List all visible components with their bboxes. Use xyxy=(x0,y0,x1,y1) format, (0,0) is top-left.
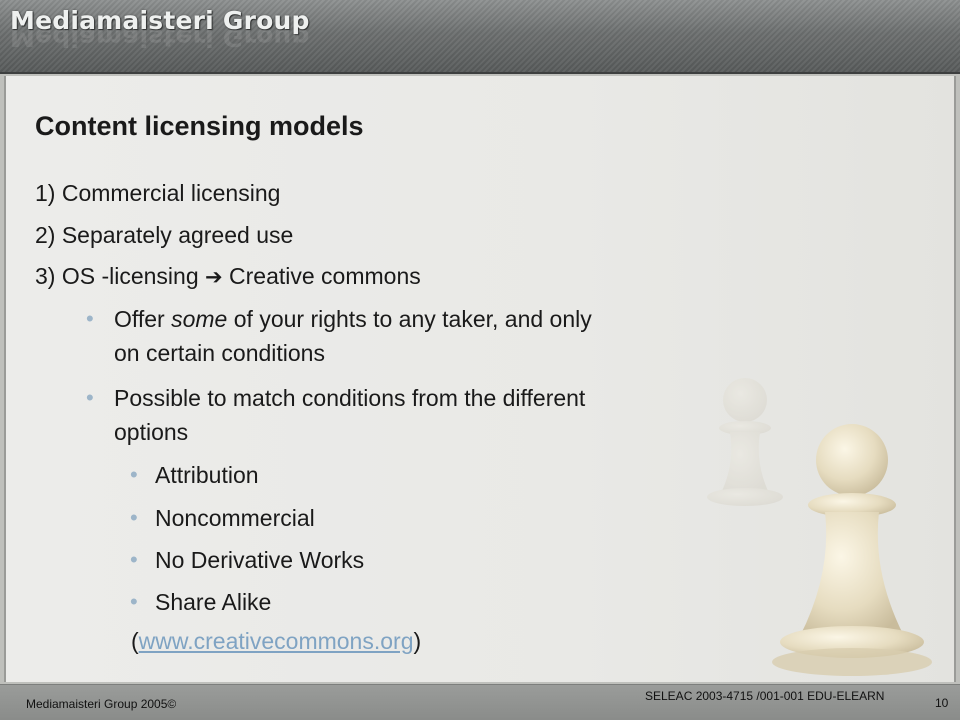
arrow-right-icon: ➔ xyxy=(205,265,223,289)
bullet-dot: • xyxy=(130,547,138,572)
header-bar: Mediamaisteri Group Mediamaisteri Group xyxy=(0,0,960,74)
sub-bullet-no-derivative: No Derivative Works xyxy=(155,547,365,573)
creative-commons-link[interactable]: www.creativecommons.org xyxy=(139,628,414,654)
logo: Mediamaisteri Group xyxy=(10,6,310,35)
bullet1-text-before: Offer xyxy=(114,306,172,332)
sub-bullet-noncommercial: Noncommercial xyxy=(155,505,315,531)
list-item-commercial: 1) Commercial licensing xyxy=(35,180,281,206)
bullet-dot: • xyxy=(86,306,94,331)
footer-copyright: Mediamaisteri Group 2005© xyxy=(26,697,177,711)
sub-bullet-attribution: Attribution xyxy=(155,462,259,488)
bullet-dot: • xyxy=(130,589,138,614)
list-item-separately-agreed: 2) Separately agreed use xyxy=(35,222,294,248)
list-item-os-licensing: 3) OS -licensing ➔ Creative commons xyxy=(35,263,421,290)
open-paren: ( xyxy=(131,628,139,654)
bullet-dot: • xyxy=(86,385,94,410)
os-licensing-label: 3) OS -licensing xyxy=(35,263,199,289)
bullet-dot: • xyxy=(130,505,138,530)
slide-title: Content licensing models xyxy=(35,111,364,141)
bullet1-emphasis: some xyxy=(171,306,228,332)
creative-commons-label: Creative commons xyxy=(229,263,421,289)
bullet-match-conditions-line1: Possible to match conditions from the di… xyxy=(114,385,586,411)
creative-commons-link-line: (www.creativecommons.org) xyxy=(131,628,421,655)
footer-project-code: SELEAC 2003-4715 /001-001 EDU-ELEARN xyxy=(645,689,885,703)
chess-pawn-icon xyxy=(707,378,932,676)
sub-bullet-share-alike: Share Alike xyxy=(155,589,272,615)
bullet-offer-rights-line2: on certain conditions xyxy=(114,340,325,366)
bullet1-text-after: of your rights to any taker, and only xyxy=(227,306,592,332)
close-paren: ) xyxy=(413,628,422,654)
bullet-dot: • xyxy=(130,462,138,487)
page-number: 10 xyxy=(935,696,949,710)
bullet-offer-rights-line1: Offer some of your rights to any taker, … xyxy=(114,306,592,333)
bullet-match-conditions-line2: options xyxy=(114,419,189,445)
